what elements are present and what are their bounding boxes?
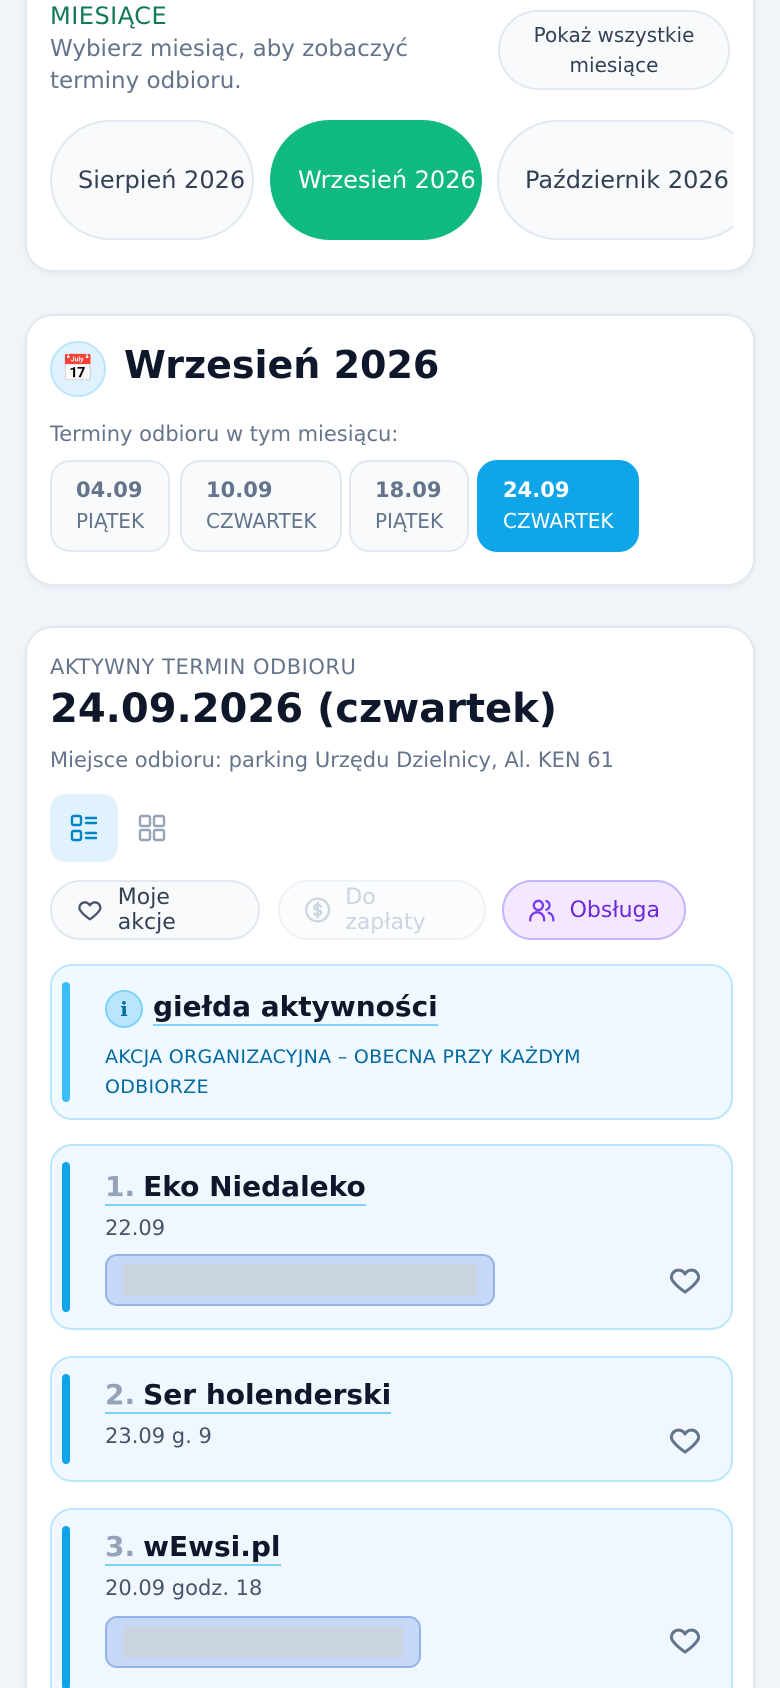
item-note: 20.09 godz. 18: [105, 1576, 263, 1600]
date-chip-10-09[interactable]: 10.09 CZWARTEK: [180, 460, 343, 552]
item-number: 3.: [105, 1530, 136, 1563]
heart-icon[interactable]: [667, 1422, 703, 1458]
info-item-subtitle: AKCJA ORGANIZACYJNA – OBECNA PRZY KAŻDYM…: [105, 1046, 581, 1098]
my-actions-filter[interactable]: Moje akcje: [50, 880, 260, 940]
calendar-icon: 📅: [50, 341, 106, 397]
redacted-field: [105, 1254, 495, 1306]
date-chip-weekday: PIĄTEK: [76, 509, 145, 533]
dollar-icon: [305, 897, 331, 923]
item-name: wEwsi.pl: [143, 1530, 281, 1563]
heart-icon: [78, 901, 102, 921]
staff-filter[interactable]: Obsługa: [502, 880, 686, 940]
to-pay-label: Do zapłaty: [345, 885, 426, 935]
staff-label: Obsługa: [569, 897, 660, 923]
term-label: AKTYWNY TERMIN ODBIORU: [50, 655, 357, 679]
my-actions-label: Moje akcje: [117, 885, 176, 935]
active-term-card: AKTYWNY TERMIN ODBIORU 24.09.2026 (czwar…: [25, 626, 755, 1688]
list-item[interactable]: 1. Eko Niedaleko 22.09: [50, 1144, 733, 1330]
heart-icon[interactable]: [667, 1262, 703, 1298]
item-accent-bar: [62, 1162, 70, 1312]
item-name: Eko Niedaleko: [143, 1170, 366, 1203]
users-icon: [529, 899, 555, 922]
month-pill-pazdziernik[interactable]: Październik 2026: [497, 120, 733, 240]
item-note: 23.09 g. 9: [105, 1424, 212, 1448]
month-detail-card: 📅 Wrzesień 2026 Terminy odbioru w tym mi…: [25, 314, 755, 586]
item-title[interactable]: 3. wEwsi.pl: [105, 1530, 281, 1566]
list-view-button[interactable]: [50, 794, 118, 862]
date-chip-18-09[interactable]: 18.09 PIĄTEK: [349, 460, 470, 552]
grid-view-button[interactable]: [118, 794, 186, 862]
date-chip-date: 04.09: [76, 478, 143, 502]
date-chip-date: 24.09: [503, 478, 570, 502]
item-accent-bar: [62, 1374, 70, 1464]
date-chip-weekday: PIĄTEK: [375, 509, 444, 533]
months-card: MIESIĄCE Wybierz miesiąc, aby zobaczyć t…: [25, 0, 755, 272]
date-chip-24-09[interactable]: 24.09 CZWARTEK: [477, 460, 640, 552]
date-chip-date: 18.09: [375, 478, 442, 502]
info-icon: i: [105, 990, 143, 1028]
item-title[interactable]: 1. Eko Niedaleko: [105, 1170, 366, 1206]
redacted-field: [105, 1616, 421, 1668]
month-pill-wrzesien[interactable]: Wrzesień 2026: [270, 120, 482, 240]
to-pay-filter[interactable]: Do zapłaty: [278, 880, 486, 940]
month-selector: Sierpień 2026 Wrzesień 2026 Październik …: [50, 120, 733, 242]
show-all-months-button[interactable]: Pokaż wszystkie miesiące: [498, 10, 730, 90]
info-item-title[interactable]: giełda aktywności: [153, 990, 438, 1026]
item-note: 22.09: [105, 1216, 166, 1240]
date-chip-04-09[interactable]: 04.09 PIĄTEK: [50, 460, 171, 552]
term-date: 24.09.2026 (czwartek): [50, 686, 558, 732]
info-item[interactable]: i giełda aktywności AKCJA ORGANIZACYJNA …: [50, 964, 733, 1120]
month-heading: Wrzesień 2026: [124, 343, 440, 387]
term-place: Miejsce odbioru: parking Urzędu Dzielnic…: [50, 748, 615, 772]
item-accent-bar: [62, 982, 70, 1102]
date-chip-weekday: CZWARTEK: [206, 509, 317, 533]
date-chip-weekday: CZWARTEK: [503, 509, 614, 533]
item-number: 2.: [105, 1378, 136, 1411]
grid-view-icon: [138, 814, 166, 842]
months-title: MIESIĄCE: [50, 2, 168, 30]
list-item[interactable]: 3. wEwsi.pl 20.09 godz. 18: [50, 1508, 733, 1688]
item-number: 1.: [105, 1170, 136, 1203]
months-subtitle: Wybierz miesiąc, aby zobaczyć terminy od…: [50, 36, 409, 94]
item-name: Ser holenderski: [143, 1378, 392, 1411]
heart-icon[interactable]: [667, 1622, 703, 1658]
dates-label: Terminy odbioru w tym miesiącu:: [50, 422, 399, 446]
month-pill-sierpien[interactable]: Sierpień 2026: [50, 120, 254, 240]
list-item[interactable]: 2. Ser holenderski 23.09 g. 9: [50, 1356, 733, 1482]
item-accent-bar: [62, 1526, 70, 1688]
date-chip-date: 10.09: [206, 478, 273, 502]
item-title[interactable]: 2. Ser holenderski: [105, 1378, 392, 1414]
list-view-icon: [70, 814, 98, 842]
